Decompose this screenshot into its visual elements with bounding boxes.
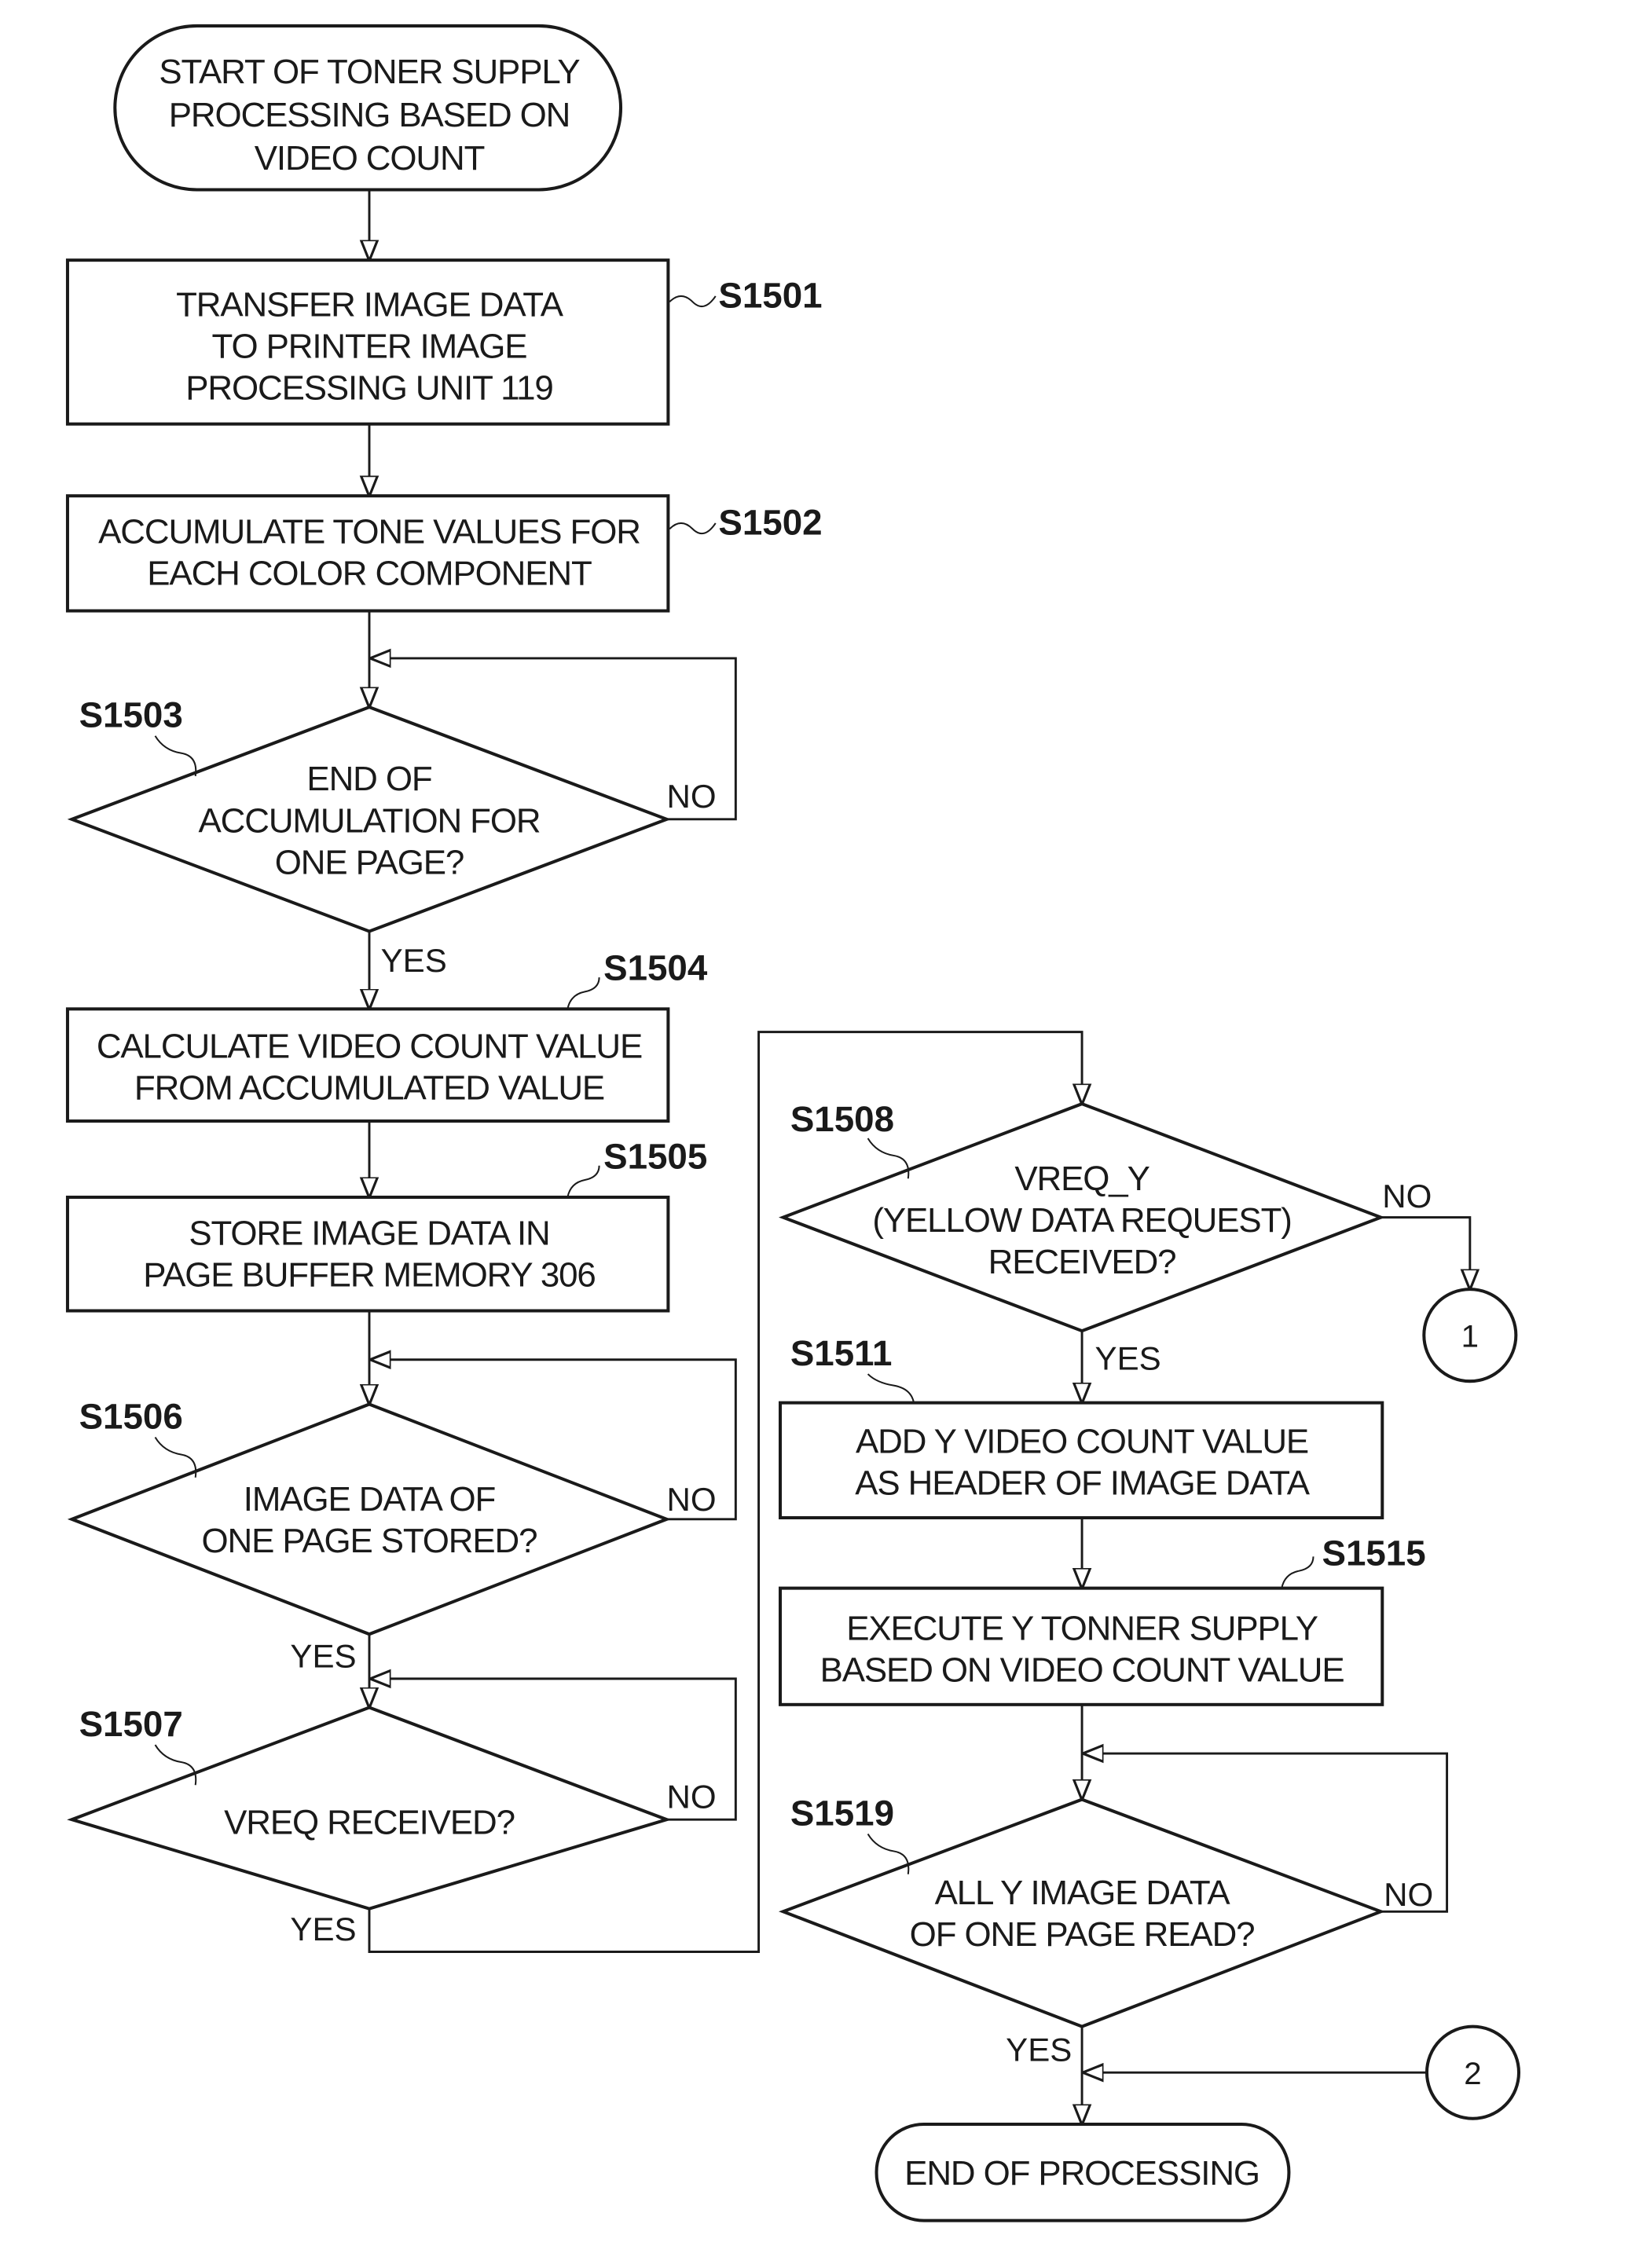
s1507-no-label: NO <box>667 1779 717 1815</box>
s1508-label: S1508 <box>790 1099 894 1139</box>
s1501-line-3: PROCESSING UNIT 119 <box>185 369 553 408</box>
s1519-label: S1519 <box>790 1793 894 1833</box>
s1519-no-label: NO <box>1384 1876 1433 1913</box>
arrow-s1508-no-to-connector-1 <box>1380 1216 1469 1288</box>
end-line-1: END OF PROCESSING <box>904 2154 1260 2193</box>
connector-1-number: 1 <box>1461 1318 1479 1354</box>
s1508-yes-label: YES <box>1095 1340 1161 1377</box>
s1519-line-2: OF ONE PAGE READ? <box>910 1915 1255 1954</box>
s1503-line-3: ONE PAGE? <box>275 843 464 881</box>
s1515-line-1: EXECUTE Y TONNER SUPPLY <box>846 1609 1318 1647</box>
s1504-label: S1504 <box>603 948 708 988</box>
s1502-line-2: EACH COLOR COMPONENT <box>147 555 592 593</box>
s1501-line-1: TRANSFER IMAGE DATA <box>176 285 564 324</box>
s1507-line-1: VREQ RECEIVED? <box>224 1803 515 1841</box>
s1503-line-2: ACCUMULATION FOR <box>199 801 541 840</box>
s1505-label: S1505 <box>603 1136 707 1176</box>
s1506-no-label: NO <box>667 1481 717 1518</box>
decision-s1508: VREQ_Y (YELLOW DATA REQUEST) RECEIVED? S… <box>779 1099 1386 1333</box>
decision-s1519: ALL Y IMAGE DATA OF ONE PAGE READ? S1519 <box>779 1793 1386 2028</box>
s1506-yes-label: YES <box>290 1637 356 1674</box>
start-line-1: START OF TONER SUPPLY <box>159 53 580 91</box>
flowchart: START OF TONER SUPPLY PROCESSING BASED O… <box>65 24 1521 2222</box>
s1502-line-1: ACCUMULATE TONE VALUES FOR <box>98 513 640 551</box>
s1508-no-label: NO <box>1382 1178 1432 1215</box>
decision-s1506: IMAGE DATA OF ONE PAGE STORED? S1506 <box>67 1397 672 1636</box>
s1503-no-label: NO <box>667 778 717 815</box>
s1508-line-3: RECEIVED? <box>988 1243 1176 1281</box>
s1504-line-1: CALCULATE VIDEO COUNT VALUE <box>97 1028 642 1066</box>
s1505-line-1: STORE IMAGE DATA IN <box>189 1214 549 1252</box>
start-terminator: START OF TONER SUPPLY PROCESSING BASED O… <box>113 24 623 192</box>
s1508-line-1: VREQ_Y <box>1014 1160 1150 1198</box>
step-s1505: STORE IMAGE DATA IN PAGE BUFFER MEMORY 3… <box>65 1136 707 1313</box>
s1507-yes-label: YES <box>290 1911 356 1947</box>
s1503-line-1: END OF <box>306 760 431 798</box>
start-line-2: PROCESSING BASED ON <box>169 96 570 134</box>
end-terminator: END OF PROCESSING <box>874 2123 1291 2222</box>
s1504-leader <box>566 977 600 1009</box>
s1511-line-1: ADD Y VIDEO COUNT VALUE <box>856 1423 1308 1461</box>
s1501-leader <box>669 295 717 308</box>
start-line-3: VIDEO COUNT <box>255 139 485 178</box>
s1519-yes-label: YES <box>1006 2032 1072 2068</box>
s1515-line-2: BASED ON VIDEO COUNT VALUE <box>820 1651 1344 1690</box>
s1519-line-1: ALL Y IMAGE DATA <box>935 1874 1231 1912</box>
s1506-line-2: ONE PAGE STORED? <box>202 1522 537 1560</box>
s1511-leader <box>867 1373 915 1403</box>
s1506-line-1: IMAGE DATA OF <box>244 1480 496 1519</box>
s1506-label: S1506 <box>79 1397 183 1437</box>
connector-2: 2 <box>1424 2024 1521 2120</box>
s1501-label: S1501 <box>718 276 822 316</box>
s1515-leader <box>1281 1556 1314 1588</box>
s1511-line-2: AS HEADER OF IMAGE DATA <box>855 1464 1310 1503</box>
s1515-label: S1515 <box>1322 1533 1425 1573</box>
s1506-leader <box>154 1437 197 1478</box>
s1507-label: S1507 <box>79 1704 183 1744</box>
s1505-leader <box>566 1165 600 1198</box>
decision-s1507: VREQ RECEIVED? S1507 <box>67 1704 672 1911</box>
s1508-line-2: (YELLOW DATA REQUEST) <box>872 1201 1291 1240</box>
s1505-line-2: PAGE BUFFER MEMORY 306 <box>143 1255 596 1294</box>
s1502-label: S1502 <box>718 503 822 543</box>
s1503-leader <box>154 735 197 777</box>
s1501-line-2: TO PRINTER IMAGE <box>212 328 527 366</box>
s1504-line-2: FROM ACCUMULATED VALUE <box>134 1069 604 1108</box>
s1503-label: S1503 <box>79 695 183 735</box>
decision-s1503: END OF ACCUMULATION FOR ONE PAGE? S1503 <box>67 695 672 933</box>
step-s1501: TRANSFER IMAGE DATA TO PRINTER IMAGE PRO… <box>65 258 823 426</box>
s1502-leader <box>669 522 717 535</box>
connector-1: 1 <box>1422 1288 1518 1383</box>
step-s1502: ACCUMULATE TONE VALUES FOR EACH COLOR CO… <box>65 494 823 613</box>
s1503-yes-label: YES <box>381 942 447 979</box>
connector-2-number: 2 <box>1464 2056 1481 2091</box>
step-s1515: EXECUTE Y TONNER SUPPLY BASED ON VIDEO C… <box>779 1533 1426 1706</box>
s1511-label: S1511 <box>790 1333 893 1373</box>
